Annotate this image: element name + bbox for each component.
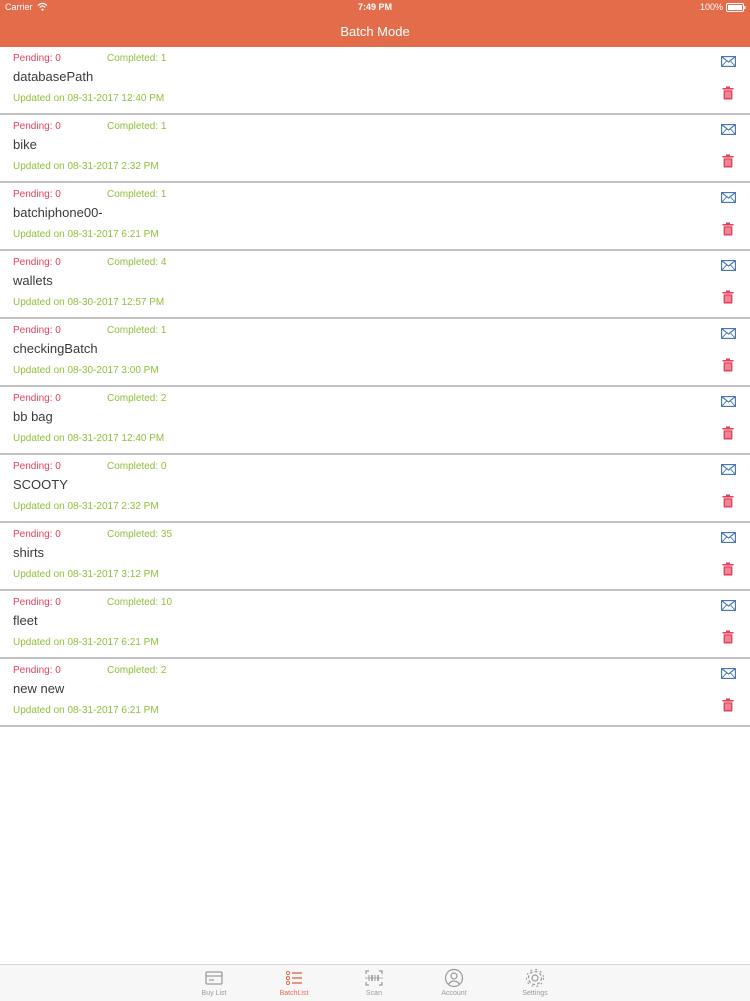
updated-timestamp: Updated on 08-31-2017 6:21 PM <box>13 705 159 716</box>
mail-icon[interactable] <box>721 600 736 611</box>
batch-name: fleet <box>13 613 38 628</box>
tab-buy-list[interactable]: Buy List <box>184 965 244 1001</box>
completed-count: Completed: 1 <box>107 189 167 200</box>
trash-icon[interactable] <box>722 630 734 644</box>
mail-icon[interactable] <box>721 396 736 407</box>
completed-count: Completed: 2 <box>107 665 167 676</box>
pending-count: Pending: 0 <box>13 189 61 200</box>
updated-timestamp: Updated on 08-31-2017 2:32 PM <box>13 161 159 172</box>
battery-icon <box>726 3 746 12</box>
batch-list-icon <box>285 970 302 986</box>
trash-icon[interactable] <box>722 154 734 168</box>
batch-row[interactable]: Pending: 0 Completed: 1 checkingBatch Updat… <box>0 319 750 387</box>
trash-icon[interactable] <box>722 562 734 576</box>
trash-icon[interactable] <box>722 290 734 304</box>
mail-icon[interactable] <box>721 464 736 475</box>
tab-batch-list[interactable]: BatchList <box>264 965 324 1001</box>
app-header: Carrier 7:49 PM 100% Batch Mode <box>0 0 750 47</box>
status-bar: Carrier 7:49 PM 100% <box>0 0 750 16</box>
tab-label: BatchList <box>279 990 309 997</box>
batch-name: bike <box>13 137 37 152</box>
mail-icon[interactable] <box>721 124 736 135</box>
mail-icon[interactable] <box>721 260 736 271</box>
mail-icon[interactable] <box>721 192 736 203</box>
batch-row[interactable]: Pending: 0 Completed: 35 shirts Updated on … <box>0 523 750 591</box>
batch-row[interactable]: Pending: 0 Completed: 1 bike Updated on 08-… <box>0 115 750 183</box>
completed-count: Completed: 2 <box>107 393 167 404</box>
trash-icon[interactable] <box>722 698 734 712</box>
updated-timestamp: Updated on 08-31-2017 12:40 PM <box>13 93 165 104</box>
updated-timestamp: Updated on 08-31-2017 6:21 PM <box>13 229 159 240</box>
updated-timestamp: Updated on 08-30-2017 3:00 PM <box>13 365 159 376</box>
batch-name: batchiphone00- <box>13 205 103 220</box>
batch-row[interactable]: Pending: 0 Completed: 1 databasePath Update… <box>0 47 750 115</box>
batch-name: SCOOTY <box>13 477 68 492</box>
batch-row[interactable]: Pending: 0 Completed: 10 fleet Updated on 0… <box>0 591 750 659</box>
mail-icon[interactable] <box>721 532 736 543</box>
page-title: Batch Mode <box>340 24 410 39</box>
batch-name: checkingBatch <box>13 341 98 356</box>
trash-icon[interactable] <box>722 358 734 372</box>
pending-count: Pending: 0 <box>13 597 61 608</box>
updated-timestamp: Updated on 08-31-2017 12:40 PM <box>13 433 165 444</box>
updated-timestamp: Updated on 08-30-2017 12:57 PM <box>13 297 165 308</box>
tab-label: Scan <box>366 990 382 997</box>
pending-count: Pending: 0 <box>13 257 61 268</box>
completed-count: Completed: 1 <box>107 121 167 132</box>
batch-row[interactable]: Pending: 0 Completed: 1 batchiphone00- Upda… <box>0 183 750 251</box>
mail-icon[interactable] <box>721 328 736 339</box>
completed-count: Completed: 35 <box>107 529 173 540</box>
batch-row[interactable]: Pending: 0 Completed: 2 new new Updated on … <box>0 659 750 727</box>
updated-timestamp: Updated on 08-31-2017 2:32 PM <box>13 501 159 512</box>
pending-count: Pending: 0 <box>13 461 61 472</box>
batch-name: bb bag <box>13 409 53 424</box>
batch-row[interactable]: Pending: 0 Completed: 4 wallets Updated on … <box>0 251 750 319</box>
mail-icon[interactable] <box>721 668 736 679</box>
batch-row[interactable]: Pending: 0 Completed: 2 bb bag Updated on 0… <box>0 387 750 455</box>
trash-icon[interactable] <box>722 494 734 508</box>
buy-list-icon <box>205 971 223 985</box>
updated-timestamp: Updated on 08-31-2017 3:12 PM <box>13 569 159 580</box>
pending-count: Pending: 0 <box>13 393 61 404</box>
batch-name: wallets <box>13 273 53 288</box>
scan-icon <box>365 970 383 986</box>
completed-count: Completed: 4 <box>107 257 167 268</box>
pending-count: Pending: 0 <box>13 665 61 676</box>
mail-icon[interactable] <box>721 56 736 67</box>
pending-count: Pending: 0 <box>13 529 61 540</box>
battery-percent: 100% <box>699 2 723 12</box>
batch-row[interactable]: Pending: 0 Completed: 0 SCOOTY Updated on 0… <box>0 455 750 523</box>
batch-name: shirts <box>13 545 45 560</box>
pending-count: Pending: 0 <box>13 121 61 132</box>
tab-label: Account <box>441 990 467 997</box>
batch-list: Pending: 0 Completed: 1 databasePath Update… <box>0 47 750 727</box>
tab-label: Buy List <box>201 990 227 997</box>
account-icon <box>444 968 464 988</box>
tab-scan[interactable]: Scan <box>344 965 404 1001</box>
tab-label: Settings <box>522 990 548 997</box>
pending-count: Pending: 0 <box>13 325 61 336</box>
pending-count: Pending: 0 <box>13 53 61 64</box>
completed-count: Completed: 0 <box>107 461 167 472</box>
trash-icon[interactable] <box>722 426 734 440</box>
completed-count: Completed: 10 <box>107 597 173 608</box>
tab-bar: Buy List BatchList Scan Account Settings <box>0 964 750 1001</box>
status-time: 7:49 PM <box>357 2 392 12</box>
tab-account[interactable]: Account <box>424 965 484 1001</box>
trash-icon[interactable] <box>722 222 734 236</box>
updated-timestamp: Updated on 08-31-2017 6:21 PM <box>13 637 159 648</box>
completed-count: Completed: 1 <box>107 53 167 64</box>
trash-icon[interactable] <box>722 86 734 100</box>
batch-name: databasePath <box>13 69 94 84</box>
batch-name: new new <box>13 681 65 696</box>
completed-count: Completed: 1 <box>107 325 167 336</box>
settings-icon <box>526 969 544 987</box>
tab-settings[interactable]: Settings <box>505 965 565 1001</box>
